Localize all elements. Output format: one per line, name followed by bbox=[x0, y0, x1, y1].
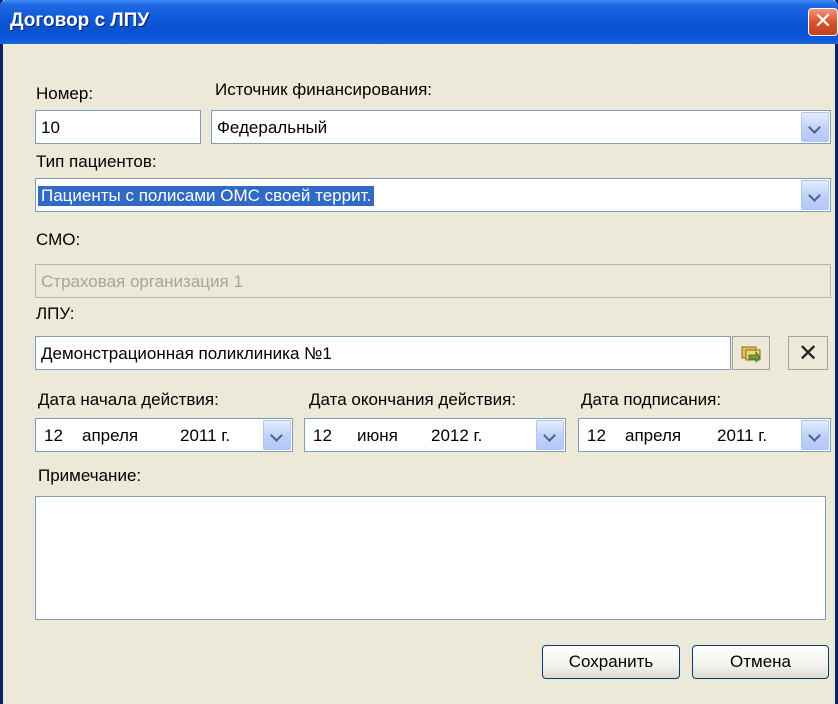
smo-value: Страховая организация 1 bbox=[41, 272, 243, 291]
smo-label: СМО: bbox=[36, 230, 81, 249]
number-value: 10 bbox=[41, 118, 60, 137]
start-date-day: 12 bbox=[44, 426, 63, 445]
funding-value: Федеральный bbox=[217, 118, 328, 137]
notes-textarea[interactable] bbox=[35, 496, 826, 620]
chevron-down-icon[interactable] bbox=[263, 420, 291, 450]
lpu-field[interactable]: Демонстрационная поликлиника №1 bbox=[35, 336, 731, 370]
funding-select[interactable]: Федеральный bbox=[211, 110, 831, 144]
lpu-pick-button[interactable] bbox=[732, 336, 770, 370]
contract-dialog: Договор с ЛПУ ✕ Номер: Источник финансир… bbox=[0, 0, 838, 704]
end-date-year: 2012 г. bbox=[431, 426, 483, 445]
title-bar[interactable]: Договор с ЛПУ ✕ bbox=[0, 0, 838, 44]
save-button[interactable]: Сохранить bbox=[542, 645, 680, 679]
chevron-down-icon[interactable] bbox=[801, 420, 829, 450]
end-date-month: июня bbox=[357, 426, 398, 445]
chevron-down-icon[interactable] bbox=[801, 180, 829, 210]
notes-label: Примечание: bbox=[38, 466, 142, 485]
start-date-label: Дата начала действия: bbox=[38, 390, 219, 409]
sign-date-picker[interactable]: 12 апреля 2011 г. bbox=[578, 418, 831, 452]
end-date-label: Дата окончания действия: bbox=[309, 390, 517, 409]
patient-type-value: Пациенты с полисами ОМС своей террит. bbox=[38, 186, 375, 206]
chevron-down-icon[interactable] bbox=[536, 420, 564, 450]
end-date-day: 12 bbox=[313, 426, 332, 445]
start-date-month: апреля bbox=[82, 426, 139, 445]
close-icon[interactable]: ✕ bbox=[808, 8, 838, 36]
dialog-title: Договор с ЛПУ bbox=[10, 10, 150, 31]
end-date-picker[interactable]: 12 июня 2012 г. bbox=[304, 418, 566, 452]
cancel-button[interactable]: Отмена bbox=[692, 645, 829, 679]
funding-label: Источник финансирования: bbox=[215, 80, 433, 99]
start-date-picker[interactable]: 12 апреля 2011 г. bbox=[35, 418, 293, 452]
chevron-down-icon[interactable] bbox=[801, 112, 829, 142]
sign-date-day: 12 bbox=[587, 426, 606, 445]
number-label: Номер: bbox=[36, 84, 94, 103]
lpu-label: ЛПУ: bbox=[36, 304, 75, 323]
sign-date-year: 2011 г. bbox=[717, 426, 768, 445]
sign-date-month: апреля bbox=[625, 426, 682, 445]
lpu-clear-button[interactable]: ✕ bbox=[788, 336, 828, 370]
number-field[interactable]: 10 bbox=[35, 110, 201, 144]
start-date-year: 2011 г. bbox=[180, 426, 231, 445]
clear-icon: ✕ bbox=[798, 340, 819, 367]
patient-type-select[interactable]: Пациенты с полисами ОМС своей террит. bbox=[35, 178, 831, 212]
patient-type-label: Тип пациентов: bbox=[36, 152, 157, 171]
lpu-value: Демонстрационная поликлиника №1 bbox=[41, 344, 332, 363]
sign-date-label: Дата подписания: bbox=[581, 390, 722, 409]
folder-icon bbox=[741, 346, 761, 364]
smo-field: Страховая организация 1 bbox=[35, 264, 831, 298]
